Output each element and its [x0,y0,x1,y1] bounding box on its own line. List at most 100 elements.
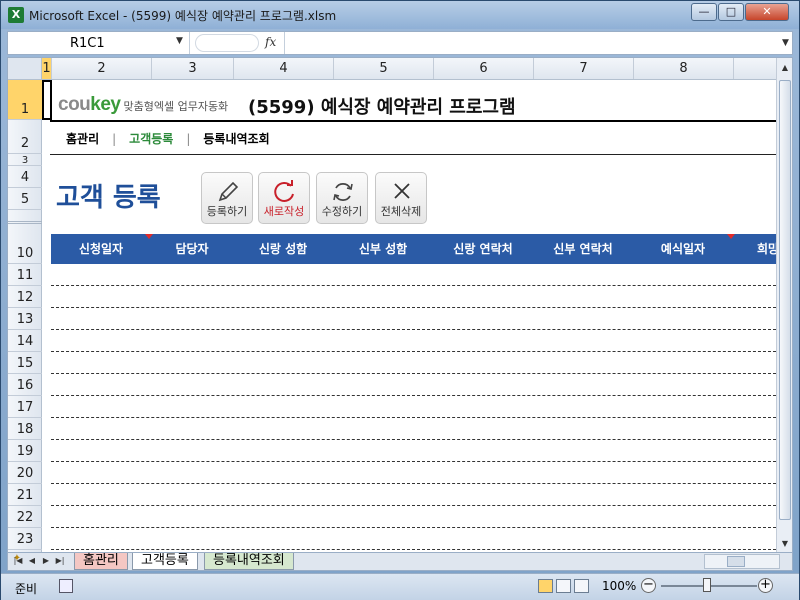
row-header[interactable]: 23 [8,528,42,550]
formula-input[interactable] [286,32,776,54]
column-header[interactable]: 4 [234,58,334,79]
table-row[interactable] [51,264,776,286]
column-headers: 1 2 3 4 5 6 7 8 [42,58,776,80]
table-row[interactable] [51,506,776,528]
table-row[interactable] [51,528,776,550]
expand-formula-icon[interactable]: ▼ [778,32,793,54]
scroll-down-icon[interactable]: ▼ [777,536,792,552]
row-header[interactable]: 1 [8,80,42,120]
scroll-up-icon[interactable]: ▲ [777,60,792,76]
logo-wordmark: coukey [58,94,121,115]
chevron-down-icon[interactable]: ▼ [176,36,183,46]
nav-home-link[interactable]: 홈관리 [66,130,99,147]
zoom-level[interactable]: 100% [602,579,636,593]
row-header[interactable]: 20 [8,462,42,484]
vertical-scrollbar[interactable]: ▲ ▼ [776,58,792,552]
column-header[interactable]: 5 [334,58,434,79]
register-button[interactable]: 등록하기 [201,172,253,224]
delete-all-button[interactable]: 전체삭제 [375,172,427,224]
minimize-button[interactable]: — [691,3,717,21]
row-number: 5 [20,192,30,207]
row-header[interactable]: 14 [8,330,42,352]
prev-sheet-icon[interactable]: ◀ [26,554,38,568]
new-entry-button[interactable]: 새로작성 [258,172,310,224]
row-number: 18 [16,422,34,437]
nav-register-link[interactable]: 고객등록 [129,130,173,147]
row-number: 16 [16,378,34,393]
zoom-out-icon[interactable]: − [641,578,656,593]
close-button[interactable]: ✕ [745,3,789,21]
row-number: 22 [16,510,34,525]
column-header[interactable]: 1 [42,58,52,79]
sheet-tab-home[interactable]: 홈관리 [74,553,128,570]
sheet-tab-history[interactable]: 등록내역조회 [204,553,294,570]
row-number: 23 [16,532,34,547]
insert-function-icon[interactable]: fx [265,35,276,49]
vertical-scroll-thumb[interactable] [779,80,791,520]
row-number: 1 [20,102,30,117]
column-title: 신랑 성함 [258,242,308,256]
zoom-in-icon[interactable]: + [758,578,773,593]
row-number: 10 [16,246,34,261]
next-sheet-icon[interactable]: ▶ [40,554,52,568]
column-header[interactable]: 3 [152,58,234,79]
sheet-tab-register[interactable]: 고객등록 [132,553,198,570]
zoom-slider-thumb[interactable] [703,578,711,592]
table-row[interactable] [51,374,776,396]
select-all-corner[interactable] [8,58,42,80]
column-title: 신부 성함 [358,242,408,256]
column-title: 희망 [757,242,776,256]
table-row[interactable] [51,352,776,374]
column-header[interactable]: 8 [634,58,734,79]
table-row[interactable] [51,440,776,462]
row-header[interactable]: 10 [8,224,42,264]
row-header[interactable]: 2 [8,120,42,154]
column-header[interactable]: 2 [52,58,152,79]
column-header[interactable]: 6 [434,58,534,79]
row-header[interactable]: 11 [8,264,42,286]
row-header[interactable]: 22 [8,506,42,528]
first-sheet-icon[interactable]: |◀ [12,554,24,568]
row-number: 15 [16,356,34,371]
edit-button[interactable]: 수정하기 [316,172,368,224]
nav-history-link[interactable]: 등록내역조회 [203,130,269,147]
excel-app-icon[interactable]: X [8,7,24,23]
table-row[interactable] [51,286,776,308]
name-box[interactable]: R1C1 ▼ [8,32,190,54]
formula-bar: R1C1 ▼ fx ▼ [7,31,793,55]
row-header[interactable]: 18 [8,418,42,440]
table-row[interactable] [51,396,776,418]
normal-view-icon[interactable] [538,579,553,593]
row-header[interactable]: 5 [8,188,42,210]
page-layout-view-icon[interactable] [556,579,571,593]
table-row[interactable] [51,308,776,330]
row-header[interactable]: 13 [8,308,42,330]
macro-record-icon[interactable] [59,579,73,593]
table-row[interactable] [51,484,776,506]
active-cell[interactable] [42,80,52,120]
maximize-button[interactable]: □ [718,3,744,21]
page-break-view-icon[interactable] [574,579,589,593]
row-header[interactable]: 4 [8,166,42,188]
row-header[interactable]: 16 [8,374,42,396]
table-row[interactable] [51,462,776,484]
row-headers: 1 2 3 4 5 10 11 12 13 14 15 16 17 18 19 … [8,80,42,552]
row-header[interactable]: 21 [8,484,42,506]
row-header[interactable]: 17 [8,396,42,418]
logo-key: key [90,94,121,115]
last-sheet-icon[interactable]: ▶| [54,554,66,568]
horizontal-scroll-thumb[interactable] [727,556,745,567]
table-row[interactable] [51,418,776,440]
table-row[interactable] [51,330,776,352]
row-header[interactable]: 3 [8,154,42,166]
row-header[interactable]: 19 [8,440,42,462]
column-title: 신청일자 [78,242,124,256]
cell-grid[interactable]: coukey 맞춤형엑셀 업무자동화 (5599) 예식장 예약관리 프로그램 홈… [42,80,776,552]
row-header[interactable]: 15 [8,352,42,374]
column-header[interactable]: 7 [534,58,634,79]
row-number: 11 [16,268,34,283]
formula-controls [195,34,259,52]
pencil-icon [218,181,239,202]
row-header[interactable]: 12 [8,286,42,308]
horizontal-scrollbar[interactable] [704,554,780,569]
